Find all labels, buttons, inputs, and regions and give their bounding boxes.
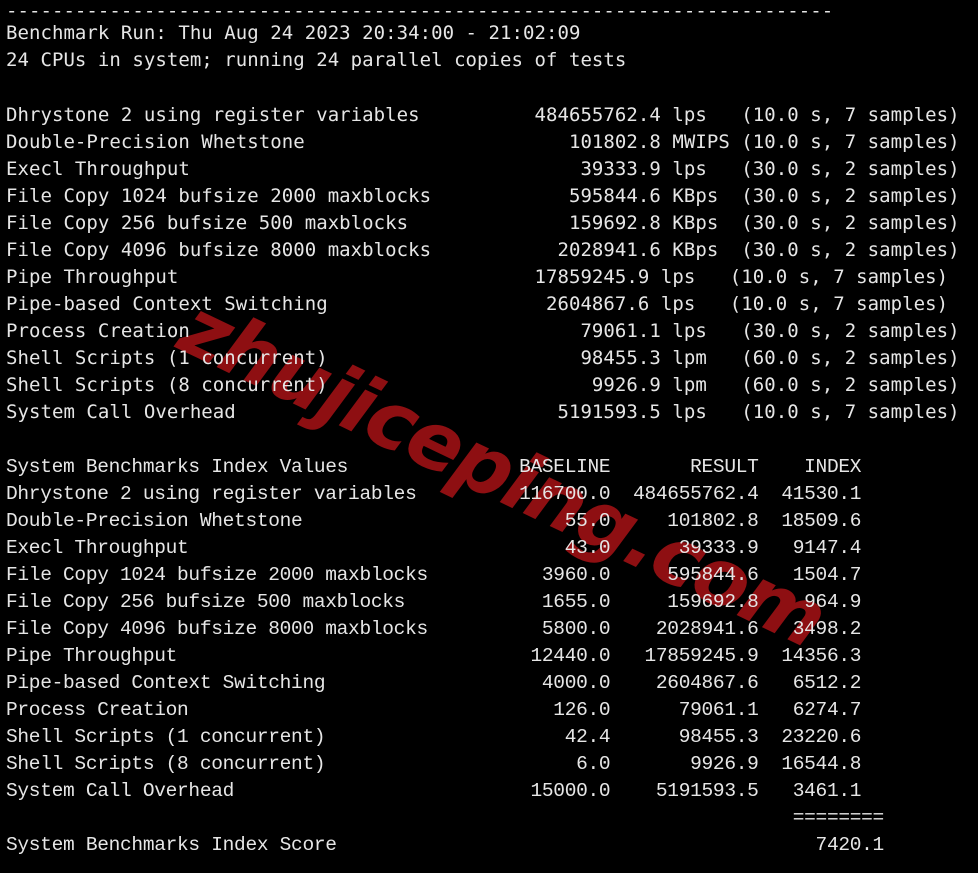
result-row: File Copy 256 bufsize 500 maxblocks 1596… [6,212,960,234]
table-row: File Copy 1024 bufsize 2000 maxblocks 39… [6,564,862,586]
terminal-text-layer: ----------------------------------------… [0,0,978,873]
cpu-count-line: 24 CPUs in system; running 24 parallel c… [6,49,627,71]
table-row: Shell Scripts (1 concurrent) 42.4 98455.… [6,726,862,748]
table-row: Process Creation 126.0 79061.1 6274.7 [6,699,862,721]
result-row: Pipe-based Context Switching 2604867.6 l… [6,293,949,315]
benchmark-run-line: Benchmark Run: Thu Aug 24 2023 20:34:00 … [6,22,581,44]
index-score-line: System Benchmarks Index Score 7420.1 [6,834,884,856]
result-row: Pipe Throughput 17859245.9 lps (10.0 s, … [6,266,949,288]
table-row: Shell Scripts (8 concurrent) 6.0 9926.9 … [6,753,862,775]
table-row: Double-Precision Whetstone 55.0 101802.8… [6,510,862,532]
terminal-window[interactable]: zhujiceping.com ------------------------… [0,0,978,873]
result-row: Double-Precision Whetstone 101802.8 MWIP… [6,131,960,153]
table-row: Pipe-based Context Switching 4000.0 2604… [6,672,862,694]
index-table-header: System Benchmarks Index Values BASELINE … [6,456,862,478]
result-row: System Call Overhead 5191593.5 lps (10.0… [6,401,960,423]
table-row: System Call Overhead 15000.0 5191593.5 3… [6,780,862,802]
table-row: Execl Throughput 43.0 39333.9 9147.4 [6,537,862,559]
table-row: Dhrystone 2 using register variables 116… [6,483,862,505]
result-row: Process Creation 79061.1 lps (30.0 s, 2 … [6,320,960,342]
table-row: File Copy 256 bufsize 500 maxblocks 1655… [6,591,862,613]
result-row: Execl Throughput 39333.9 lps (30.0 s, 2 … [6,158,960,180]
result-row: Dhrystone 2 using register variables 484… [6,104,960,126]
result-row: Shell Scripts (8 concurrent) 9926.9 lpm … [6,374,960,396]
table-row: File Copy 4096 bufsize 8000 maxblocks 58… [6,618,862,640]
result-row: File Copy 1024 bufsize 2000 maxblocks 59… [6,185,960,207]
score-separator: ======== [6,807,885,829]
result-row: File Copy 4096 bufsize 8000 maxblocks 20… [6,239,960,261]
result-row: Shell Scripts (1 concurrent) 98455.3 lpm… [6,347,960,369]
table-row: Pipe Throughput 12440.0 17859245.9 14356… [6,645,862,667]
